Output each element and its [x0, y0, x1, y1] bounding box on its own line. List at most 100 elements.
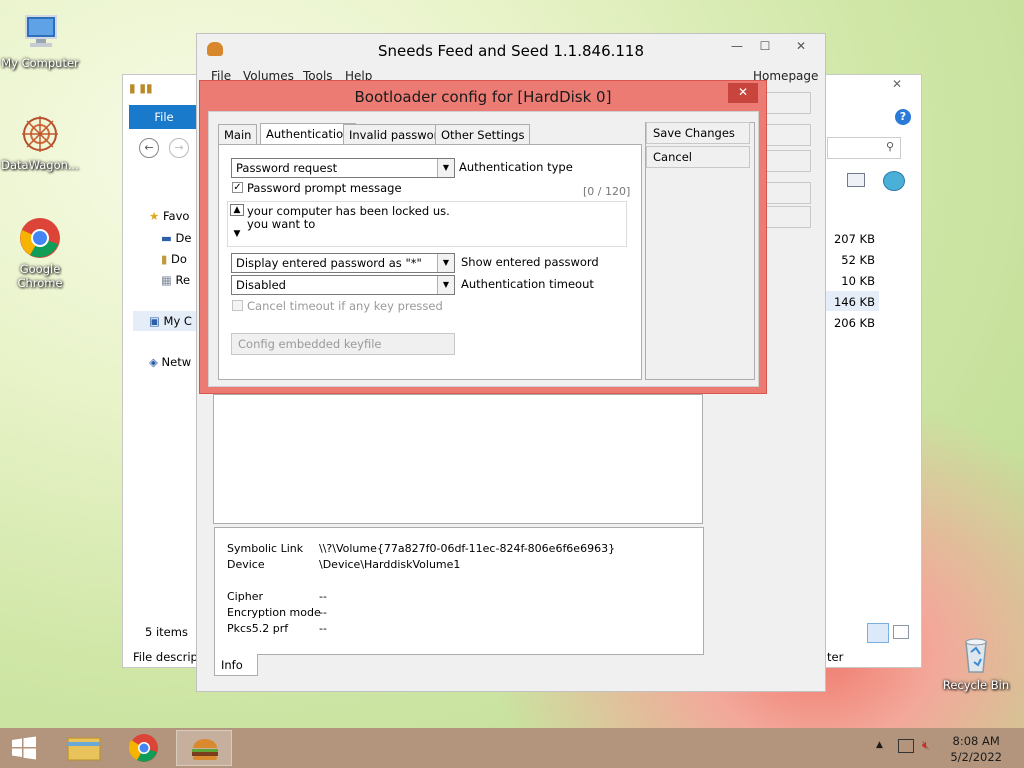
size-value: 207 KB	[833, 232, 875, 246]
authentication-panel: Password request ▼ Authentication type ✓…	[218, 144, 642, 380]
memo-scroll-arrows[interactable]: ▲ ▼	[230, 204, 244, 244]
side-button[interactable]	[765, 182, 811, 204]
system-clock[interactable]: 8:08 AM 5/2/2022	[950, 733, 1002, 765]
size-value: 146 KB	[833, 295, 875, 309]
dialog-body: Main Authentication Invalid password Oth…	[208, 111, 759, 387]
sneeds-titlebar: Sneeds Feed and Seed 1.1.846.118 — ☐ ✕	[197, 34, 825, 68]
burger-icon	[192, 739, 218, 760]
desktop-icon: ▬	[161, 231, 172, 245]
network-icon[interactable]	[898, 739, 914, 753]
globe-icon	[883, 171, 905, 191]
dialog-close-button[interactable]: ✕	[728, 83, 758, 103]
info-value: \Device\HarddiskVolume1	[319, 558, 461, 571]
cancel-button[interactable]: Cancel	[646, 146, 750, 168]
side-button[interactable]	[765, 124, 811, 146]
info-label: Device	[227, 558, 265, 571]
tiles-view-button[interactable]	[893, 625, 909, 639]
info-value: \\?\Volume{77a827f0-06df-11ec-824f-806e6…	[319, 542, 616, 555]
taskbar-sneeds[interactable]	[176, 730, 232, 766]
clock-date: 5/2/2022	[950, 750, 1002, 764]
network-icon: ◈	[149, 355, 158, 369]
folder-icon	[67, 737, 101, 761]
config-embedded-keyfile-button[interactable]: Config embedded keyfile	[231, 333, 455, 355]
explorer-window-right: ✕ ? ⚲ 207 KB 52 KB 10 KB 146 KB 206 KB t…	[822, 74, 922, 668]
desktop-icon-my-computer[interactable]: My Computer	[0, 10, 80, 70]
info-label: Cipher	[227, 590, 263, 603]
desktop-icon-google-chrome[interactable]: Google Chrome	[0, 216, 80, 290]
tab-main[interactable]: Main	[218, 124, 258, 144]
forward-button[interactable]: →	[169, 138, 189, 158]
taskbar-explorer[interactable]	[56, 730, 112, 766]
cancel-timeout-label: Cancel timeout if any key pressed	[247, 299, 443, 313]
info-label: Symbolic Link	[227, 542, 304, 555]
authentication-timeout-label: Authentication timeout	[461, 277, 594, 291]
nav-network[interactable]: ◈ Netw	[149, 355, 191, 369]
star-icon: ★	[149, 209, 160, 223]
clock-time: 8:08 AM	[952, 734, 1000, 748]
downloads-icon: ▮	[161, 252, 168, 266]
close-button[interactable]: ✕	[879, 77, 915, 95]
desktop-icon-label: Google Chrome	[17, 262, 63, 290]
side-button[interactable]	[765, 206, 811, 228]
nav-desktop[interactable]: ▬ De	[161, 231, 191, 245]
recycle-bin-icon	[954, 632, 998, 676]
password-prompt-label: Password prompt message	[247, 181, 402, 195]
info-tab[interactable]: Info	[214, 654, 258, 676]
datawagon-icon	[18, 112, 62, 156]
back-button[interactable]: ←	[139, 138, 159, 158]
windows-logo-icon	[12, 736, 36, 760]
minimize-button[interactable]: —	[723, 37, 751, 57]
tab-other-settings[interactable]: Other Settings	[435, 124, 531, 144]
prompt-message-textarea[interactable]: ▲ ▼ your computer has been locked us. yo…	[227, 201, 627, 247]
taskbar-chrome[interactable]	[116, 730, 172, 766]
details-view-button[interactable]	[867, 623, 889, 643]
explorer-qat: ▮ ▮▮	[129, 81, 153, 95]
toolbar-icon	[847, 173, 865, 187]
start-button[interactable]	[4, 732, 44, 764]
search-box[interactable]: ⚲	[827, 137, 901, 159]
volume-list[interactable]	[213, 394, 703, 524]
explorer-file-tab[interactable]: File	[129, 105, 199, 129]
info-label: Pkcs5.2 prf	[227, 622, 289, 635]
info-label: Encryption mode	[227, 606, 321, 619]
chevron-down-icon: ▼	[233, 229, 241, 239]
chevron-down-icon: ▼	[437, 276, 454, 294]
tab-authentication[interactable]: Authentication	[260, 123, 357, 145]
info-panel: Symbolic Link \\?\Volume{77a827f0-06df-1…	[214, 527, 704, 655]
authentication-type-select[interactable]: Password request ▼	[231, 158, 455, 178]
desktop-icon-datawagon[interactable]: DataWagon...	[0, 112, 80, 172]
show-hidden-icons-button[interactable]: ▲	[876, 740, 883, 750]
chevron-down-icon: ▼	[437, 159, 454, 177]
chevron-up-icon: ▲	[230, 204, 244, 216]
side-button[interactable]	[765, 150, 811, 172]
info-value: --	[319, 622, 327, 635]
show-password-label: Show entered password	[461, 255, 599, 269]
file-description: File descript	[133, 650, 203, 664]
status-right: ter	[827, 650, 844, 664]
desktop-icon-label: My Computer	[1, 56, 79, 70]
chrome-icon	[128, 734, 158, 762]
side-button[interactable]	[765, 92, 811, 114]
save-changes-button[interactable]: Save Changes	[646, 122, 750, 144]
desktop-icon-label: DataWagon...	[1, 158, 79, 172]
size-value: 52 KB	[841, 253, 875, 267]
chrome-icon	[18, 216, 62, 260]
desktop-icon-label: Recycle Bin	[942, 678, 1010, 692]
show-password-select[interactable]: Display entered password as "*" ▼	[231, 253, 455, 273]
info-value: --	[319, 590, 327, 603]
authentication-timeout-select[interactable]: Disabled ▼	[231, 275, 455, 295]
desktop-icon-recycle-bin[interactable]: Recycle Bin	[936, 632, 1016, 692]
maximize-button[interactable]: ☐	[751, 37, 779, 57]
cancel-timeout-checkbox[interactable]	[232, 300, 243, 311]
volume-muted-icon[interactable]: 🔇︎	[922, 738, 930, 753]
items-count: 5 items	[145, 625, 188, 639]
help-icon[interactable]: ?	[895, 109, 911, 125]
close-button[interactable]: ✕	[781, 37, 821, 57]
taskbar: ▲ 🔇︎ 8:08 AM 5/2/2022	[0, 728, 1024, 768]
size-value: 10 KB	[841, 274, 875, 288]
nav-favorites[interactable]: ★ Favo	[149, 209, 189, 223]
nav-downloads[interactable]: ▮ Do	[161, 252, 187, 266]
password-prompt-checkbox[interactable]: ✓	[232, 182, 243, 193]
nav-recent[interactable]: ▦ Re	[161, 273, 190, 287]
computer-icon	[18, 10, 62, 54]
